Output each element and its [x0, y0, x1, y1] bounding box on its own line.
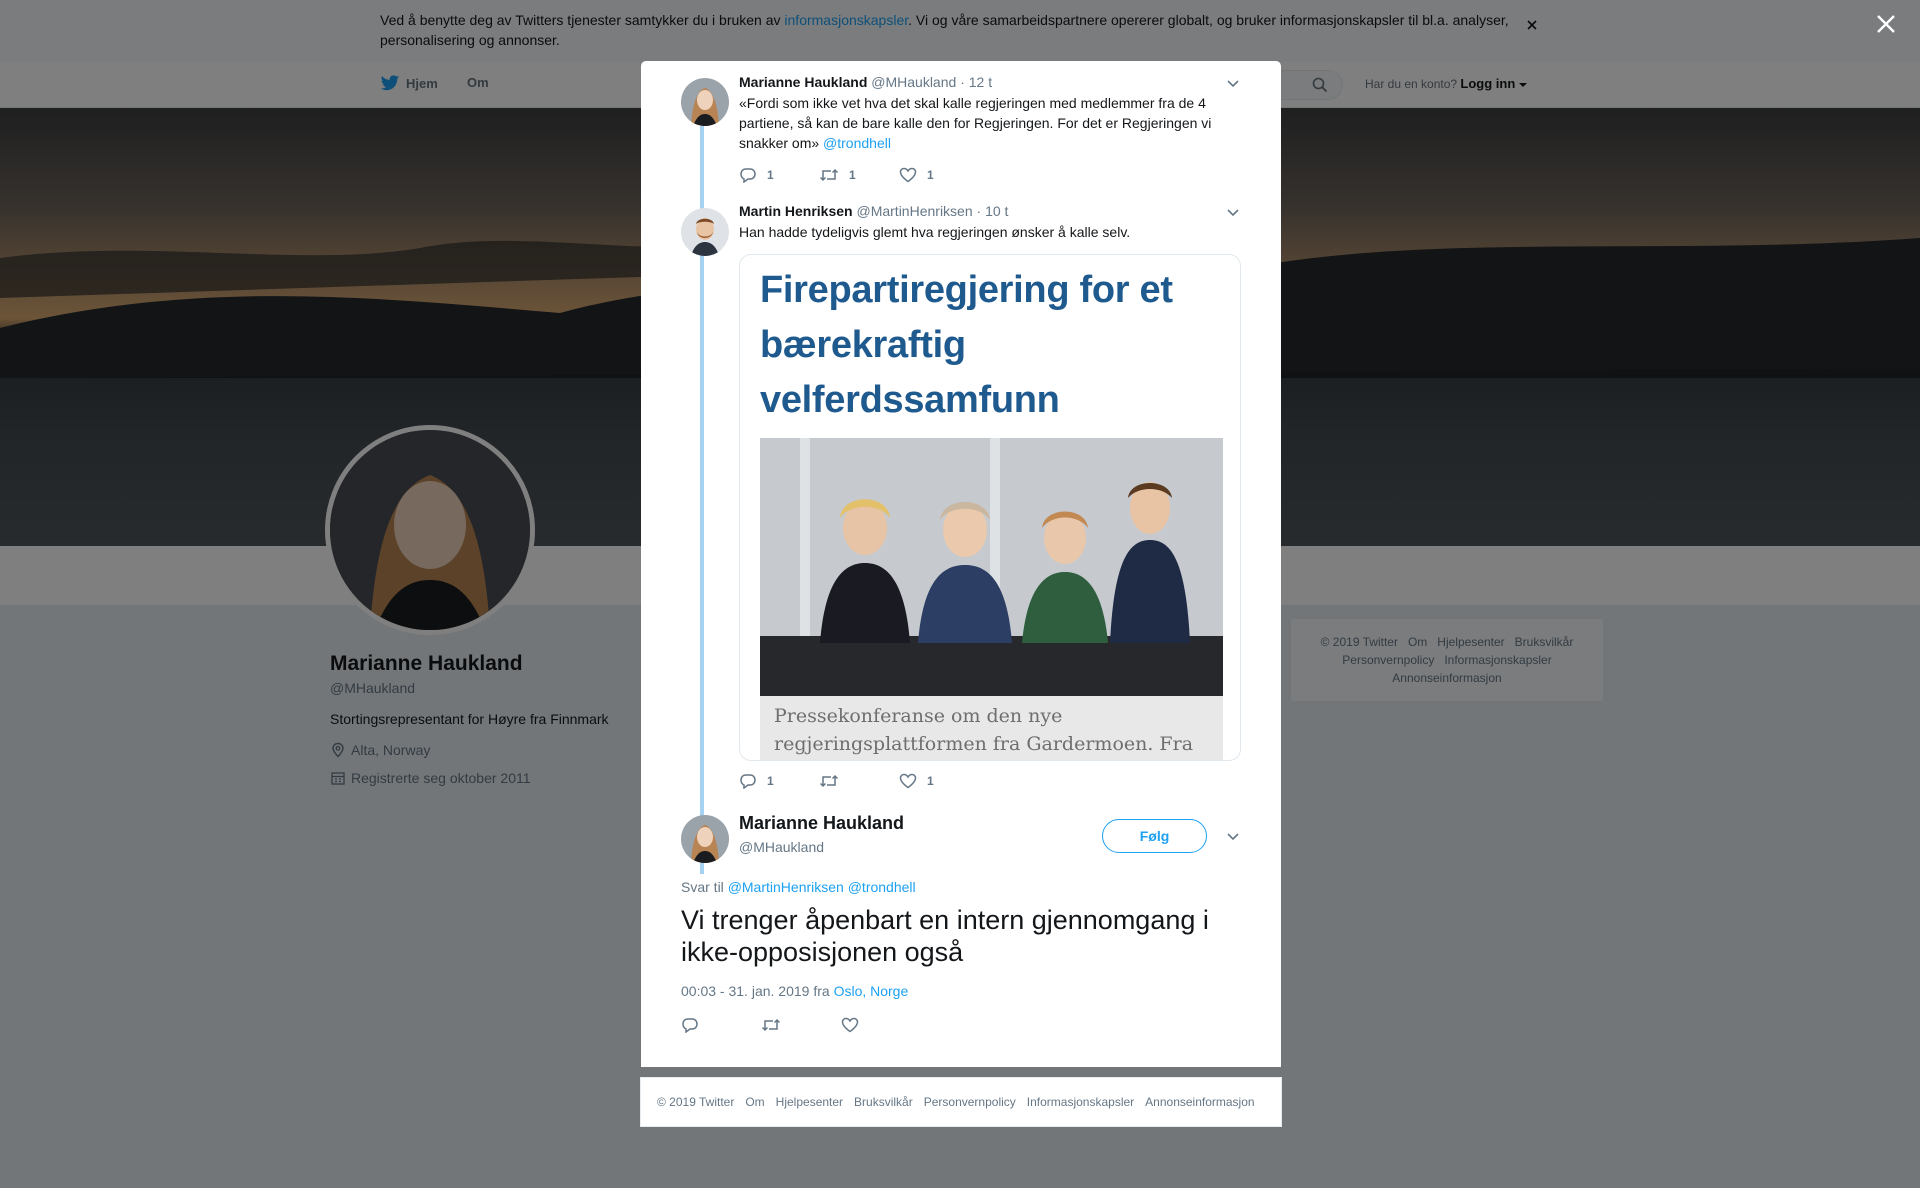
footer-link[interactable]: Hjelpesenter [776, 1095, 843, 1109]
card-photo [760, 438, 1223, 696]
main-tweet-author-name[interactable]: Marianne Haukland [739, 813, 904, 834]
retweet-count: 1 [849, 168, 856, 182]
tweet-timestamp[interactable]: · 10 t [977, 203, 1009, 219]
tweet-actions: 1 1 1 [739, 167, 979, 183]
tweet-header: Martin Henriksen @MartinHenriksen · 10 t [739, 203, 1008, 219]
reply-button[interactable] [681, 1017, 761, 1033]
reply-icon [740, 168, 756, 183]
main-tweet-actions [681, 1017, 921, 1033]
tweet-header: Marianne Haukland @MHaukland · 12 t [739, 74, 992, 90]
card-caption: Pressekonferanse om den nye regjeringspl… [760, 696, 1223, 760]
footer-link[interactable]: Informasjonskapsler [1027, 1095, 1134, 1109]
reply-button[interactable]: 1 [739, 167, 819, 183]
retweet-icon [819, 168, 839, 182]
main-tweet-place[interactable]: Oslo, Norge [834, 983, 909, 999]
avatar[interactable] [681, 78, 729, 126]
tweet-author-handle[interactable]: @MartinHenriksen [856, 203, 972, 219]
reply-to-label: Svar til [681, 879, 724, 895]
footer-link[interactable]: Om [745, 1095, 764, 1109]
retweet-button[interactable]: 1 [819, 167, 899, 183]
tweet-author-name[interactable]: Martin Henriksen [739, 203, 853, 219]
like-button[interactable] [841, 1017, 921, 1033]
heart-icon [899, 167, 917, 183]
chevron-down-icon[interactable] [1226, 832, 1240, 842]
main-tweet-meta: 00:03 - 31. jan. 2019 fra Oslo, Norge [681, 983, 908, 999]
tweet-timestamp[interactable]: · 12 t [960, 74, 992, 90]
retweet-button[interactable] [761, 1017, 841, 1033]
modal-footer: © 2019 Twitter Om Hjelpesenter Bruksvilk… [640, 1077, 1282, 1127]
heart-icon [899, 773, 917, 789]
chevron-down-icon[interactable] [1226, 79, 1240, 89]
like-button[interactable]: 1 [899, 167, 979, 183]
avatar[interactable] [681, 815, 729, 863]
retweet-icon [761, 1018, 781, 1032]
reply-button[interactable]: 1 [739, 773, 819, 789]
follow-button[interactable]: Følg [1102, 819, 1207, 853]
retweet-button[interactable] [819, 773, 899, 789]
tweet-text-body: «Fordi som ikke vet hva det skal kalle r… [739, 95, 1212, 151]
reply-count: 1 [767, 168, 774, 182]
main-tweet-author-handle[interactable]: @MHaukland [739, 839, 824, 855]
tweet-author-name[interactable]: Marianne Haukland [739, 74, 867, 90]
card-title: Firepartiregjering for et bærekraftig ve… [760, 269, 1173, 421]
main-tweet-text: Vi trenger åpenbart en intern gjennomgan… [681, 905, 1209, 967]
reply-to-mentions[interactable]: @MartinHenriksen @trondhell [728, 879, 916, 895]
heart-icon [841, 1017, 859, 1033]
tweet-text: «Fordi som ikke vet hva det skal kalle r… [739, 93, 1229, 153]
footer-link[interactable]: Personvernpolicy [924, 1095, 1016, 1109]
chevron-down-icon[interactable] [1226, 208, 1240, 218]
like-button[interactable]: 1 [899, 773, 979, 789]
footer-link[interactable]: Annonseinformasjon [1145, 1095, 1254, 1109]
reply-count: 1 [767, 774, 774, 788]
footer-link[interactable]: © 2019 Twitter [657, 1095, 734, 1109]
link-card[interactable]: Firepartiregjering for et bærekraftig ve… [739, 254, 1241, 761]
retweet-icon [819, 774, 839, 788]
close-icon[interactable] [1876, 14, 1896, 34]
tweet-actions: 1 1 [739, 773, 979, 789]
mention-link[interactable]: @trondhell [823, 135, 891, 151]
like-count: 1 [927, 168, 934, 182]
main-tweet-timestamp[interactable]: 00:03 - 31. jan. 2019 fra [681, 983, 830, 999]
tweet-modal: Marianne Haukland @MHaukland · 12 t «For… [641, 61, 1281, 1067]
like-count: 1 [927, 774, 934, 788]
tweet-author-handle[interactable]: @MHaukland [871, 74, 956, 90]
avatar[interactable] [681, 208, 729, 256]
reply-icon [740, 774, 756, 789]
reply-to-line: Svar til @MartinHenriksen @trondhell [681, 879, 916, 895]
tweet-text: Han hadde tydeligvis glemt hva regjering… [739, 224, 1131, 240]
footer-link[interactable]: Bruksvilkår [854, 1095, 913, 1109]
reply-icon [682, 1018, 698, 1033]
